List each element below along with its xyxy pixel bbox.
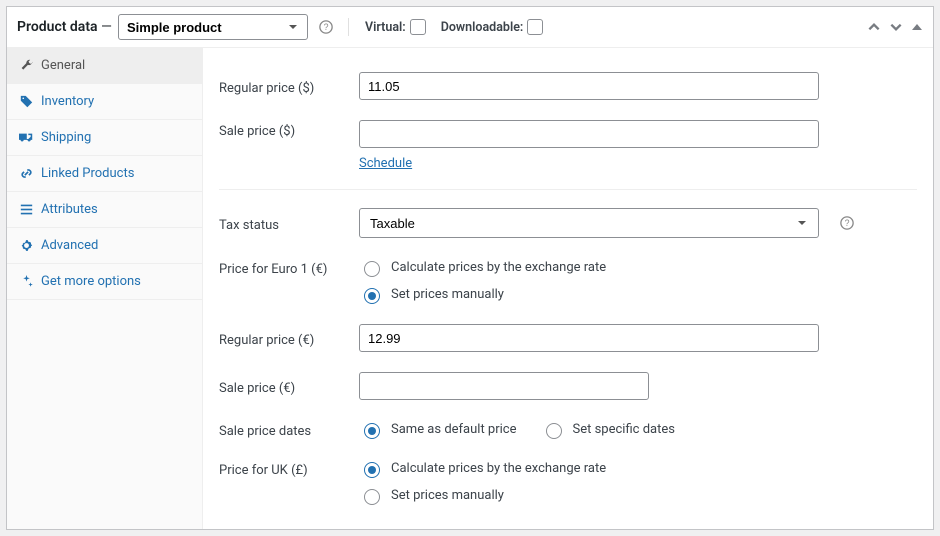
tab-label: General [41,58,85,73]
tab-label: Linked Products [41,166,134,181]
field-label: Regular price ($) [219,77,359,96]
radio-input[interactable] [546,423,562,439]
product-data-panel: Product data — Simple product ? Virtual:… [6,6,934,530]
divider [219,189,917,190]
tab-general[interactable]: General [7,48,202,84]
tab-advanced[interactable]: Advanced [7,228,202,264]
tab-get-more[interactable]: Get more options [7,264,202,300]
field-tax-status: Tax status Taxable ? [219,198,917,248]
field-price-uk: Price for UK (£) Calculate prices by the… [219,449,917,515]
tab-label: Shipping [41,130,91,145]
radio-input[interactable] [364,462,380,478]
field-regular-price-eur: Regular price (€) [219,314,917,362]
radio-input[interactable] [364,288,380,304]
virtual-checkbox[interactable] [410,19,426,35]
downloadable-option: Downloadable: [441,16,547,38]
radio-input[interactable] [364,261,380,277]
help-icon[interactable]: ? [839,215,855,231]
tab-linked-products[interactable]: Linked Products [7,156,202,192]
field-label: Sale price ($) [219,120,359,139]
radio-input[interactable] [364,423,380,439]
price-eur-calc-option[interactable]: Calculate prices by the exchange rate [359,258,917,277]
dates-specific-option[interactable]: Set specific dates [541,420,675,439]
field-sale-price-eur: Sale price (€) [219,362,917,410]
panel-header: Product data — Simple product ? Virtual:… [7,7,933,48]
field-sale-price-dates: Sale price dates Same as default price S… [219,410,917,449]
tab-shipping[interactable]: Shipping [7,120,202,156]
dates-same-option[interactable]: Same as default price [359,420,517,439]
tag-icon [19,95,33,109]
collapse-icon[interactable] [911,21,923,33]
sparkle-icon [19,275,33,289]
field-label: Sale price (€) [219,377,359,396]
regular-price-eur-input[interactable] [359,324,819,352]
product-type-select[interactable]: Simple product [118,14,308,40]
tab-label: Get more options [41,274,141,289]
field-label: Price for UK (£) [219,459,359,478]
schedule-link[interactable]: Schedule [359,156,412,171]
tab-label: Inventory [41,94,94,109]
panel-controls [867,20,923,34]
sale-price-eur-input[interactable] [359,372,649,400]
price-uk-calc-option[interactable]: Calculate prices by the exchange rate [359,459,917,478]
field-label: Tax status [219,214,359,233]
link-icon [19,167,33,181]
regular-price-usd-input[interactable] [359,72,819,100]
field-label: Price for Euro 1 (€) [219,258,359,277]
truck-icon [19,131,33,145]
tax-status-select[interactable]: Taxable [359,208,819,238]
svg-text:?: ? [845,218,850,228]
svg-text:?: ? [324,22,329,32]
tab-label: Attributes [41,202,98,217]
separator [348,18,349,36]
panel-title: Product data — [17,19,112,35]
tab-content-general: Regular price ($) Sale price ($) Schedul… [203,48,933,529]
panel-body: General Inventory Shipping Linked Produc… [7,48,933,529]
list-icon [19,203,33,217]
field-regular-price-usd: Regular price ($) [219,62,917,110]
field-sale-price-usd: Sale price ($) Schedule [219,110,917,181]
radio-input[interactable] [364,489,380,505]
move-down-icon[interactable] [889,20,903,34]
sale-price-usd-input[interactable] [359,120,819,148]
move-up-icon[interactable] [867,20,881,34]
price-eur-manual-option[interactable]: Set prices manually [359,285,917,304]
help-icon[interactable]: ? [318,19,334,35]
field-price-eur: Price for Euro 1 (€) Calculate prices by… [219,248,917,314]
wrench-icon [19,59,33,73]
tab-attributes[interactable]: Attributes [7,192,202,228]
tab-label: Advanced [41,238,98,253]
field-label: Sale price dates [219,420,359,439]
downloadable-checkbox[interactable] [527,19,543,35]
field-label: Regular price (€) [219,329,359,348]
price-uk-manual-option[interactable]: Set prices manually [359,486,917,505]
product-tabs: General Inventory Shipping Linked Produc… [7,48,203,529]
tab-inventory[interactable]: Inventory [7,84,202,120]
gear-icon [19,239,33,253]
virtual-option: Virtual: [365,16,429,38]
